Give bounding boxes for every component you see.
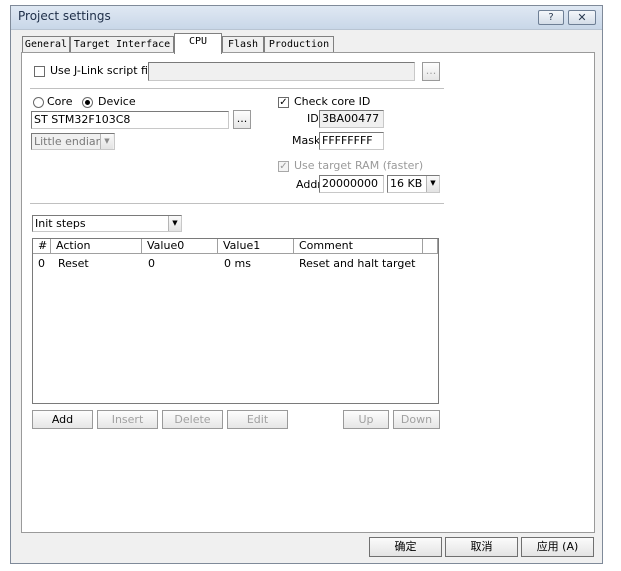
script-file-browse-button[interactable]: ... — [422, 62, 440, 81]
device-radio-label: Device — [98, 95, 136, 108]
core-id-field[interactable]: 3BA00477 — [319, 110, 384, 128]
insert-button[interactable]: Insert — [97, 410, 158, 429]
tab-cpu[interactable]: CPU — [174, 33, 222, 54]
device-radio[interactable] — [82, 97, 93, 108]
down-button[interactable]: Down — [393, 410, 440, 429]
row-0-comment[interactable]: Reset and halt target — [299, 257, 415, 271]
core-radio-label: Core — [47, 95, 73, 108]
use-script-file-checkbox[interactable] — [34, 66, 45, 77]
tab-production[interactable]: Production — [264, 36, 334, 53]
core-id-label: ID — [307, 112, 319, 125]
cancel-button[interactable]: 取消 — [445, 537, 518, 557]
delete-button[interactable]: Delete — [162, 410, 223, 429]
up-button[interactable]: Up — [343, 410, 389, 429]
close-button[interactable]: ✕ — [568, 10, 596, 25]
column-header-value0[interactable]: Value0 — [142, 239, 218, 254]
close-icon: ✕ — [577, 11, 587, 24]
tab-flash[interactable]: Flash — [222, 36, 264, 53]
use-script-file-label: Use J-Link script file — [50, 64, 158, 77]
device-browse-button[interactable]: ... — [233, 110, 251, 129]
row-0-value0[interactable]: 0 — [148, 257, 155, 271]
add-button[interactable]: Add — [32, 410, 93, 429]
ram-addr-field[interactable]: 20000000 — [319, 175, 384, 193]
column-header-value1[interactable]: Value1 — [218, 239, 294, 254]
script-file-input[interactable] — [148, 62, 415, 81]
endian-value: Little endian — [34, 135, 103, 148]
edit-button[interactable]: Edit — [227, 410, 288, 429]
use-target-ram-checkbox[interactable]: ✓ — [278, 161, 289, 172]
core-radio[interactable] — [33, 97, 44, 108]
chevron-down-icon: ▼ — [100, 134, 113, 149]
apply-button[interactable]: 应用 (A) — [521, 537, 594, 557]
ram-size-value: 16 KB — [390, 177, 423, 190]
tab-general[interactable]: General — [22, 36, 70, 53]
mask-field[interactable]: FFFFFFFF — [319, 132, 384, 150]
row-0-action[interactable]: Reset — [58, 257, 89, 271]
row-0-value1[interactable]: 0 ms — [224, 257, 251, 271]
steps-type-value: Init steps — [35, 217, 86, 230]
separator — [30, 88, 444, 89]
use-target-ram-label: Use target RAM (faster) — [294, 159, 424, 172]
chevron-down-icon: ▼ — [168, 216, 181, 231]
mask-label: Mask — [292, 134, 321, 147]
column-header-action[interactable]: Action — [51, 239, 142, 254]
dialog-title: Project settings — [18, 9, 111, 23]
steps-type-dropdown[interactable]: Init steps — [32, 215, 182, 232]
separator — [30, 203, 444, 204]
chevron-down-icon: ▼ — [426, 176, 439, 192]
tab-target-interface[interactable]: Target Interface — [70, 36, 174, 53]
ok-button[interactable]: 确定 — [369, 537, 442, 557]
column-header-comment[interactable]: Comment — [294, 239, 423, 254]
row-0-num[interactable]: 0 — [38, 257, 45, 271]
help-button[interactable]: ? — [538, 10, 564, 25]
column-header-num[interactable]: # — [33, 239, 51, 254]
column-header-filler — [423, 239, 438, 254]
addr-label: Addr — [296, 178, 322, 191]
check-core-id-label: Check core ID — [294, 95, 371, 108]
device-name-field[interactable]: ST STM32F103C8 — [31, 111, 229, 129]
check-core-id-checkbox[interactable]: ✓ — [278, 97, 289, 108]
